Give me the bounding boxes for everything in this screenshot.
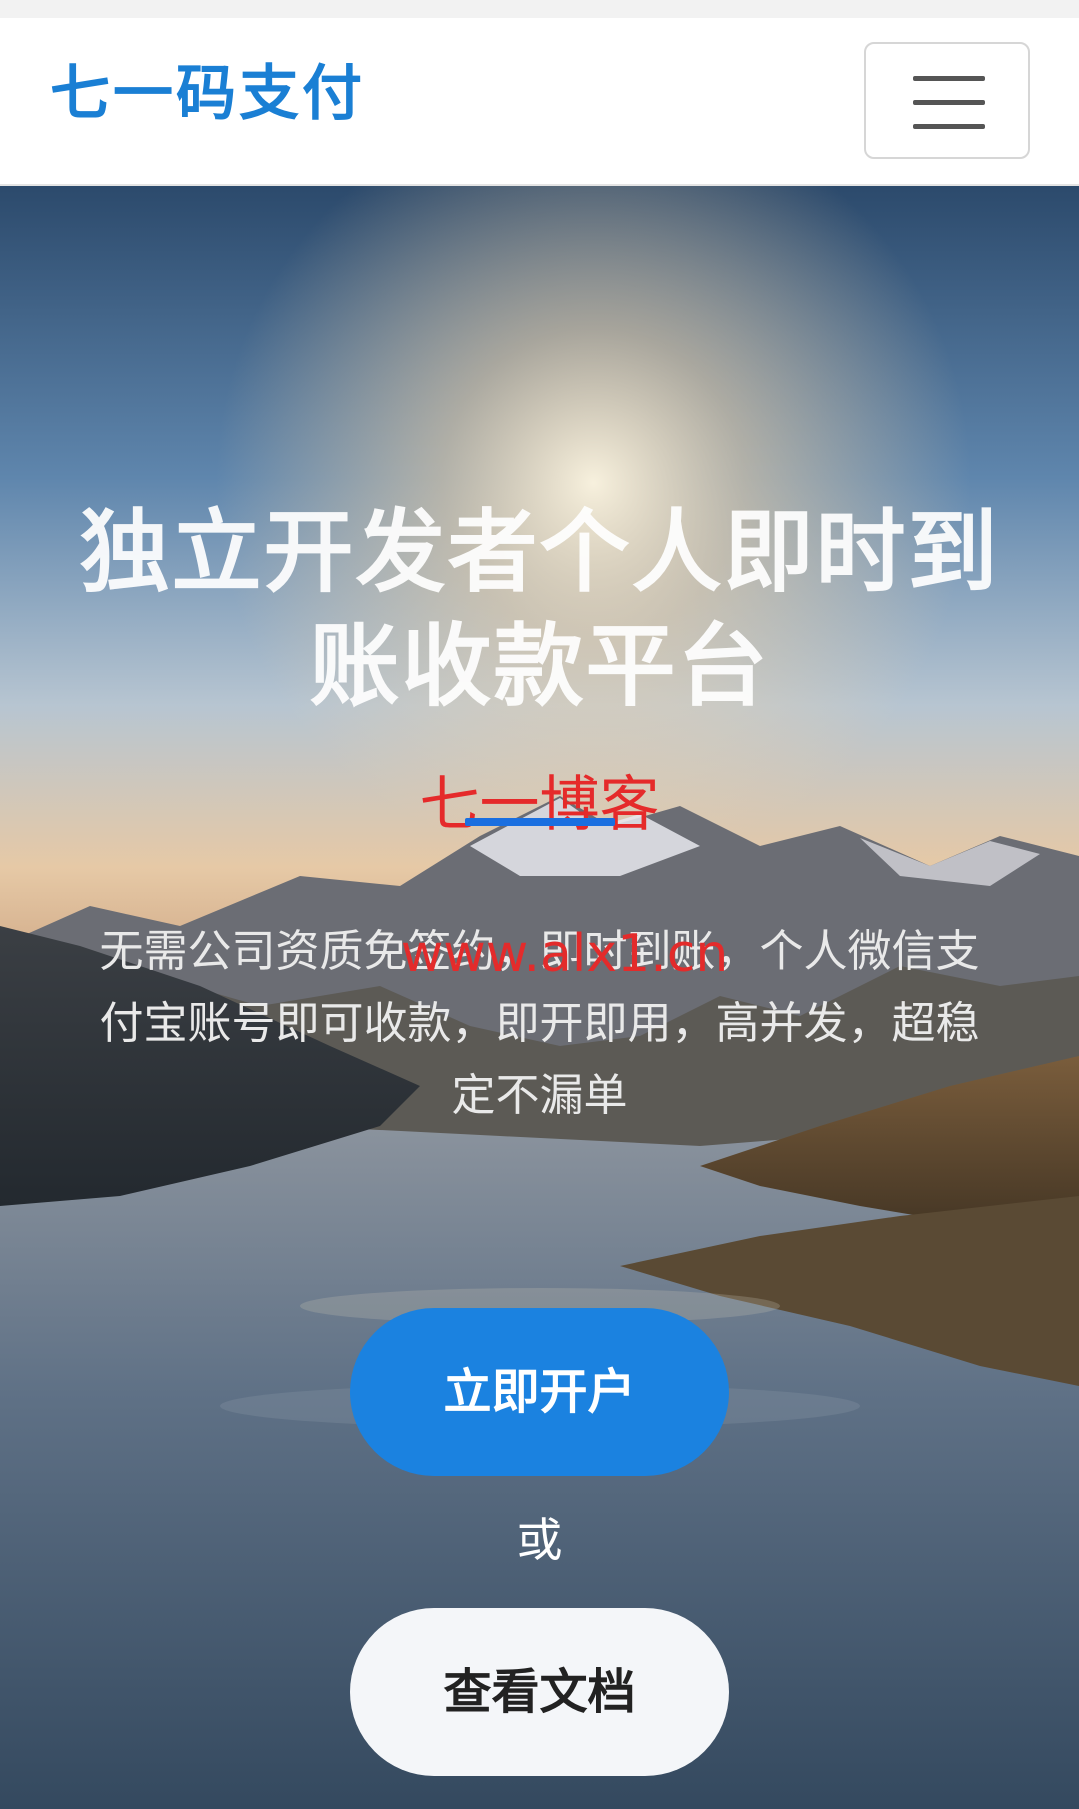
page: 七一码支付 独立开发者个人即时到 账收款平台 七一博客 无需公司资质免签约，即时… [0, 0, 1079, 1809]
hero-description-line-3: 定不漏单 [451, 1070, 628, 1121]
hero-title-line-1: 独立开发者个人即时到 [79, 500, 1000, 605]
navbar: 七一码支付 [0, 18, 1079, 186]
hero-section: 独立开发者个人即时到 账收款平台 七一博客 无需公司资质免签约，即时到账，个人微… [0, 186, 1079, 1809]
hamburger-menu-icon [913, 76, 985, 130]
hero-description-line-2: 付宝账号即可收款，即开即用，高并发，超稳 [99, 998, 980, 1049]
open-account-button[interactable]: 立即开户 [350, 1308, 729, 1476]
watermark-underline [465, 818, 615, 826]
menu-toggle-button[interactable] [864, 42, 1030, 159]
hero-title-line-2: 账收款平台 [309, 614, 770, 719]
brand-logo[interactable]: 七一码支付 [50, 58, 365, 130]
hero-title: 独立开发者个人即时到 账收款平台 [40, 496, 1039, 724]
status-strip [0, 0, 1079, 18]
watermark-blog-text: 七一博客 [419, 770, 660, 840]
or-separator-text: 或 [516, 1513, 563, 1567]
view-docs-button[interactable]: 查看文档 [350, 1608, 729, 1776]
watermark-url-text: www.alx1.cn [400, 924, 729, 984]
